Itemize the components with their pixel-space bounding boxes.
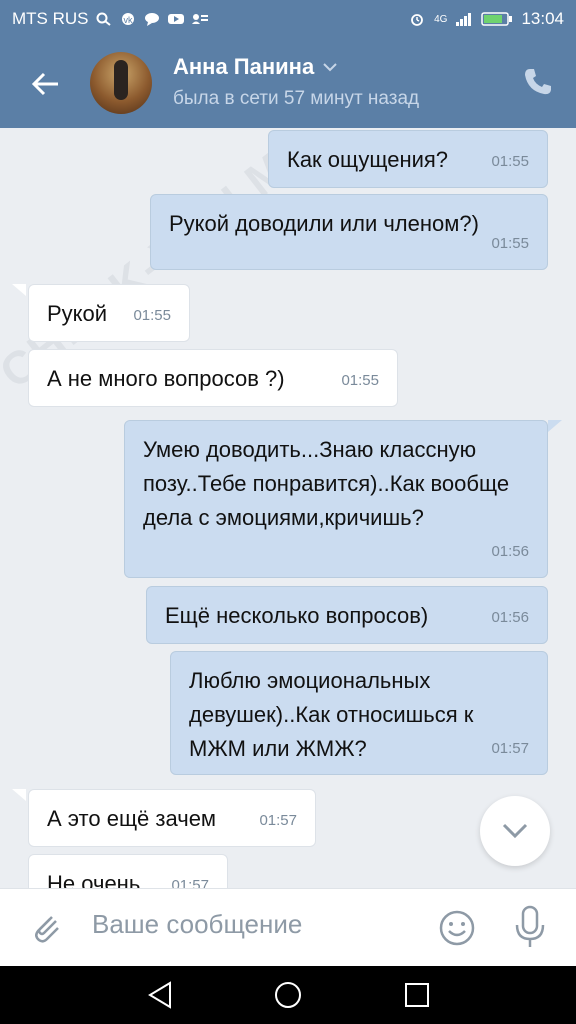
last-seen-status: была в сети 57 минут назад — [173, 88, 420, 109]
message-time: 01:56 — [491, 609, 529, 626]
chevron-down-icon[interactable] — [322, 62, 338, 72]
microphone-icon[interactable] — [512, 905, 548, 949]
message-time: 01:55 — [341, 372, 379, 389]
status-bar: MTS RUS vk 4G 13:04 — [0, 0, 576, 38]
chat-header: Анна Панина была в сети 57 минут назад — [0, 38, 576, 128]
message-text: Умею доводить...Знаю классную позу..Тебе… — [143, 437, 510, 530]
home-circle-icon[interactable] — [273, 980, 303, 1010]
message-bubble-incoming[interactable]: Не очень 01:57 — [28, 854, 228, 888]
message-bubble-icon — [144, 13, 159, 26]
signal-icon — [456, 13, 472, 26]
message-bubble-outgoing[interactable]: Люблю эмоциональных девушек)..Как относи… — [170, 651, 548, 775]
scroll-to-bottom-button[interactable] — [480, 796, 550, 866]
message-text: Как ощущения? — [287, 147, 449, 172]
message-time: 01:55 — [491, 153, 529, 170]
status-right: 4G 13:04 — [408, 9, 564, 29]
message-composer: Ваше сообщение — [0, 888, 576, 967]
message-bubble-outgoing[interactable]: Умею доводить...Знаю классную позу..Тебе… — [124, 420, 548, 578]
network-type-label: 4G — [434, 13, 448, 25]
emoji-icon[interactable] — [438, 909, 476, 947]
system-navigation-bar — [0, 966, 576, 1024]
message-bubble-outgoing[interactable]: Ещё несколько вопросов) 01:56 — [146, 586, 548, 644]
clock: 13:04 — [521, 9, 564, 28]
message-time: 01:57 — [171, 877, 209, 888]
search-icon — [96, 12, 111, 26]
message-bubble-incoming[interactable]: А это ещё зачем 01:57 — [28, 789, 316, 847]
attachment-icon[interactable] — [28, 909, 64, 945]
recent-apps-icon[interactable] — [402, 980, 432, 1010]
back-arrow-icon[interactable] — [28, 66, 64, 102]
message-time: 01:57 — [491, 740, 529, 757]
message-text: Не очень — [47, 871, 141, 888]
message-bubble-incoming[interactable]: А не много вопросов ?) 01:55 — [28, 349, 398, 407]
message-text: А это ещё зачем — [47, 806, 217, 831]
message-time: 01:57 — [259, 812, 297, 829]
vk-notification-icon: vk — [121, 13, 134, 25]
message-text: Рукой доводили или членом?) — [169, 211, 479, 236]
svg-text:vk: vk — [123, 15, 133, 25]
message-bubble-outgoing[interactable]: Как ощущения? 01:55 — [268, 130, 548, 188]
phone-icon[interactable] — [522, 66, 554, 98]
battery-icon — [481, 12, 513, 26]
message-bubble-outgoing[interactable]: Рукой доводили или членом?) 01:55 — [150, 194, 548, 270]
message-time: 01:56 — [491, 543, 529, 560]
alarm-icon — [411, 14, 424, 26]
message-text: Люблю эмоциональных девушек)..Как относи… — [189, 668, 474, 761]
bubble-tail — [548, 420, 562, 432]
message-text: Рукой — [47, 301, 108, 326]
youtube-icon — [167, 14, 184, 24]
bubble-tail — [12, 284, 26, 296]
message-time: 01:55 — [133, 307, 171, 324]
message-text: Ещё несколько вопросов) — [165, 603, 429, 628]
message-time: 01:55 — [491, 235, 529, 252]
message-bubble-incoming[interactable]: Рукой 01:55 — [28, 284, 190, 342]
message-input[interactable]: Ваше сообщение — [92, 909, 302, 940]
message-text: А не много вопросов ?) — [47, 366, 285, 391]
contact-avatar[interactable] — [90, 52, 152, 114]
chevron-down-icon — [502, 823, 528, 839]
contact-name[interactable]: Анна Панина — [173, 54, 314, 80]
back-triangle-icon[interactable] — [146, 980, 176, 1010]
bubble-tail — [12, 789, 26, 801]
contact-card-icon — [191, 14, 208, 24]
status-left: MTS RUS vk — [12, 9, 209, 29]
contact-name-row[interactable]: Анна Панина — [173, 54, 338, 80]
carrier-name: MTS RUS — [12, 9, 89, 28]
message-list[interactable]: CHECK-YOU.ME Как ощущения? 01:55 Рукой д… — [0, 128, 576, 888]
